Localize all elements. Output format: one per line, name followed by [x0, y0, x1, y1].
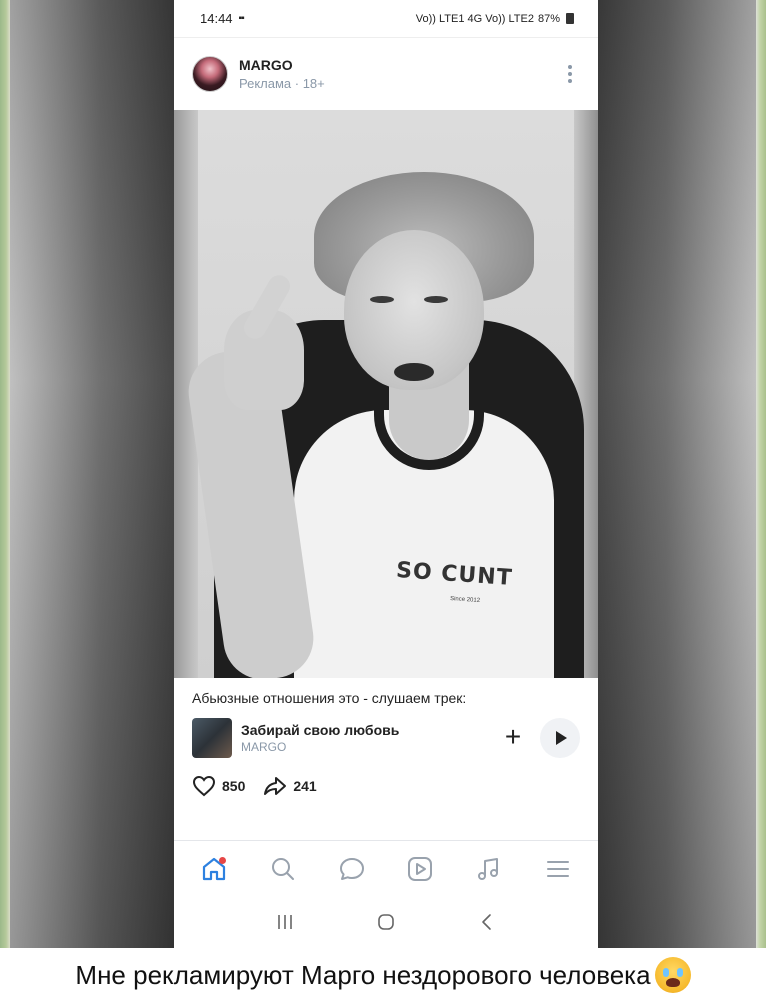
avatar[interactable] [192, 56, 228, 92]
recent-apps-button[interactable] [270, 907, 300, 937]
tab-home[interactable] [194, 849, 234, 889]
track-title: Забирай свою любовь [241, 722, 400, 738]
crying-face-emoji-icon [654, 957, 691, 993]
home-nav-icon [378, 914, 394, 930]
notification-badge [219, 856, 227, 864]
author-name[interactable]: MARGO [239, 57, 325, 73]
post-image[interactable]: SO CUNT Since 2012 [174, 110, 598, 678]
heart-icon [192, 775, 216, 797]
messages-icon [339, 857, 364, 880]
back-button[interactable] [472, 907, 502, 937]
status-bar: 14:44 ▪▪ Vo)) LTE1 4G Vo)) LTE2 87% [174, 0, 598, 38]
battery-icon [566, 13, 574, 24]
status-right: Vo)) LTE1 4G Vo)) LTE2 87% [416, 13, 574, 25]
signal-indicators: Vo)) LTE1 4G Vo)) LTE2 [415, 12, 534, 25]
music-icon [477, 857, 498, 880]
track-info: Забирай свою любовь MARGO [241, 722, 399, 754]
audio-track[interactable]: Забирай свою любовь MARGO + [174, 712, 598, 764]
message-caption: Мне рекламируют Марго нездорового челове… [0, 948, 766, 1002]
status-time: 14:44 [200, 11, 233, 26]
message-text: Мне рекламируют Марго нездорового челове… [75, 959, 651, 990]
system-nav-bar [174, 896, 598, 948]
image-eye-left [370, 296, 394, 303]
likes-count: 850 [222, 778, 246, 794]
grid-icon: ▪▪ [238, 13, 245, 24]
phone-screenshot: 14:44 ▪▪ Vo)) LTE1 4G Vo)) LTE2 87% MARG… [174, 0, 598, 948]
image-eye-right [424, 296, 448, 303]
like-button[interactable]: 850 [192, 775, 245, 797]
battery-level: 87% [537, 12, 560, 25]
tab-search[interactable] [263, 849, 303, 889]
post-header: MARGO Реклама · 18+ [174, 38, 598, 110]
share-icon [264, 777, 287, 795]
tab-music[interactable] [469, 849, 509, 889]
home-nav-button[interactable] [371, 907, 401, 937]
tab-messages[interactable] [332, 849, 372, 889]
track-cover [192, 718, 232, 758]
add-track-icon[interactable]: + [500, 723, 526, 751]
post-caption: Абьюзные отношения это - слушаем трек: [192, 690, 467, 706]
more-options-icon[interactable] [560, 62, 580, 86]
recent-apps-icon [277, 915, 292, 929]
search-icon [271, 857, 294, 880]
tab-menu[interactable] [538, 849, 578, 889]
author-block: MARGO Реклама · 18+ [239, 57, 325, 91]
play-icon [556, 731, 567, 745]
play-button[interactable] [540, 718, 580, 758]
menu-icon [546, 860, 569, 877]
ad-label: Реклама · 18+ [239, 76, 325, 91]
track-artist: MARGO [241, 740, 287, 754]
post-actions: 850 241 [174, 764, 598, 808]
bottom-tab-bar [174, 840, 598, 896]
shares-count: 241 [293, 778, 317, 794]
tab-video[interactable] [400, 849, 440, 889]
image-lips [394, 363, 434, 381]
back-icon [482, 914, 492, 930]
share-button[interactable]: 241 [263, 775, 317, 797]
video-icon [408, 856, 433, 881]
